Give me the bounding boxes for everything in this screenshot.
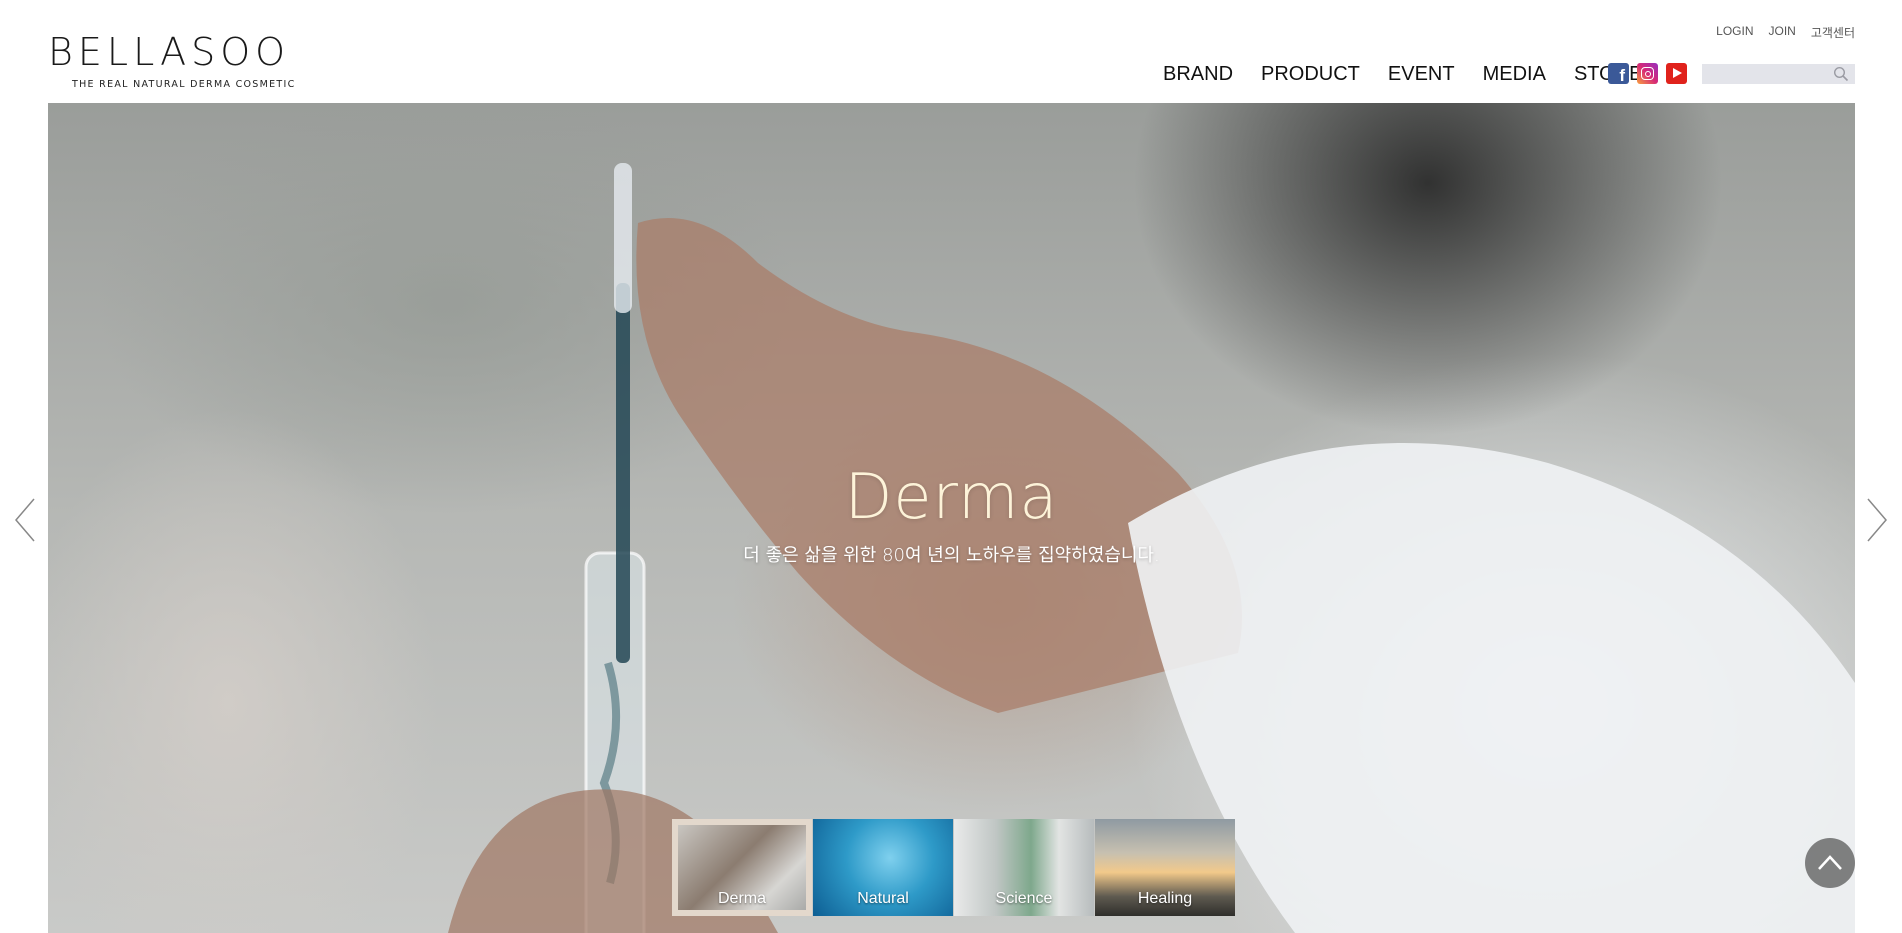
prev-slide-arrow-icon[interactable]: [14, 497, 36, 543]
chevron-up-icon: [1818, 855, 1842, 870]
social-links: f: [1608, 63, 1687, 84]
nav-product[interactable]: PRODUCT: [1261, 62, 1360, 86]
search-box: [1702, 64, 1855, 84]
instagram-glyph: [1641, 67, 1654, 80]
join-link[interactable]: JOIN: [1768, 24, 1795, 41]
hero-slider: Derma 더 좋은 삶을 위한 80여 년의 노하우를 집약하였습니다. De…: [48, 103, 1855, 933]
main-nav: BRAND PRODUCT EVENT MEDIA STORE: [1163, 62, 1642, 86]
slide-thumb-label: Derma: [717, 890, 766, 907]
search-input[interactable]: [1702, 64, 1827, 84]
instagram-icon[interactable]: [1637, 63, 1658, 84]
slide-thumb-science[interactable]: Science: [954, 819, 1094, 916]
youtube-glyph: [1673, 68, 1682, 78]
logo-wordmark: BELLASOO: [48, 30, 291, 74]
scroll-top-button[interactable]: [1805, 838, 1855, 888]
facebook-glyph: f: [1619, 66, 1625, 85]
site-header: BELLASOO THE REAL NATURAL DERMA COSMETIC…: [0, 0, 1902, 103]
hero-subtitle: 더 좋은 삶을 위한 80여 년의 노하우를 집약하였습니다.: [743, 545, 1160, 566]
next-slide-arrow-icon[interactable]: [1866, 497, 1888, 543]
slide-thumb-label: Healing: [1137, 890, 1193, 907]
search-icon[interactable]: [1833, 66, 1849, 82]
slide-thumb-derma[interactable]: Derma: [672, 819, 812, 916]
nav-brand[interactable]: BRAND: [1163, 62, 1233, 86]
nav-media[interactable]: MEDIA: [1483, 62, 1546, 86]
nav-event[interactable]: EVENT: [1388, 62, 1455, 86]
youtube-icon[interactable]: [1666, 63, 1687, 84]
slide-thumbnails: Derma Natural Science Healing: [672, 819, 1235, 916]
slide-thumb-label: Natural: [857, 890, 909, 907]
slide-thumb-label: Science: [995, 890, 1053, 907]
logo-tagline: THE REAL NATURAL DERMA COSMETIC: [72, 79, 296, 90]
hero-title: Derma: [844, 460, 1059, 533]
customer-center-link[interactable]: 고객센터: [1811, 24, 1855, 41]
brand-logo[interactable]: BELLASOO THE REAL NATURAL DERMA COSMETIC: [48, 32, 298, 92]
login-link[interactable]: LOGIN: [1716, 24, 1753, 41]
utility-nav: LOGIN JOIN 고객센터: [1716, 24, 1855, 41]
slide-thumb-natural[interactable]: Natural: [813, 819, 953, 916]
facebook-icon[interactable]: f: [1608, 63, 1629, 84]
slide-thumb-healing[interactable]: Healing: [1095, 819, 1235, 916]
